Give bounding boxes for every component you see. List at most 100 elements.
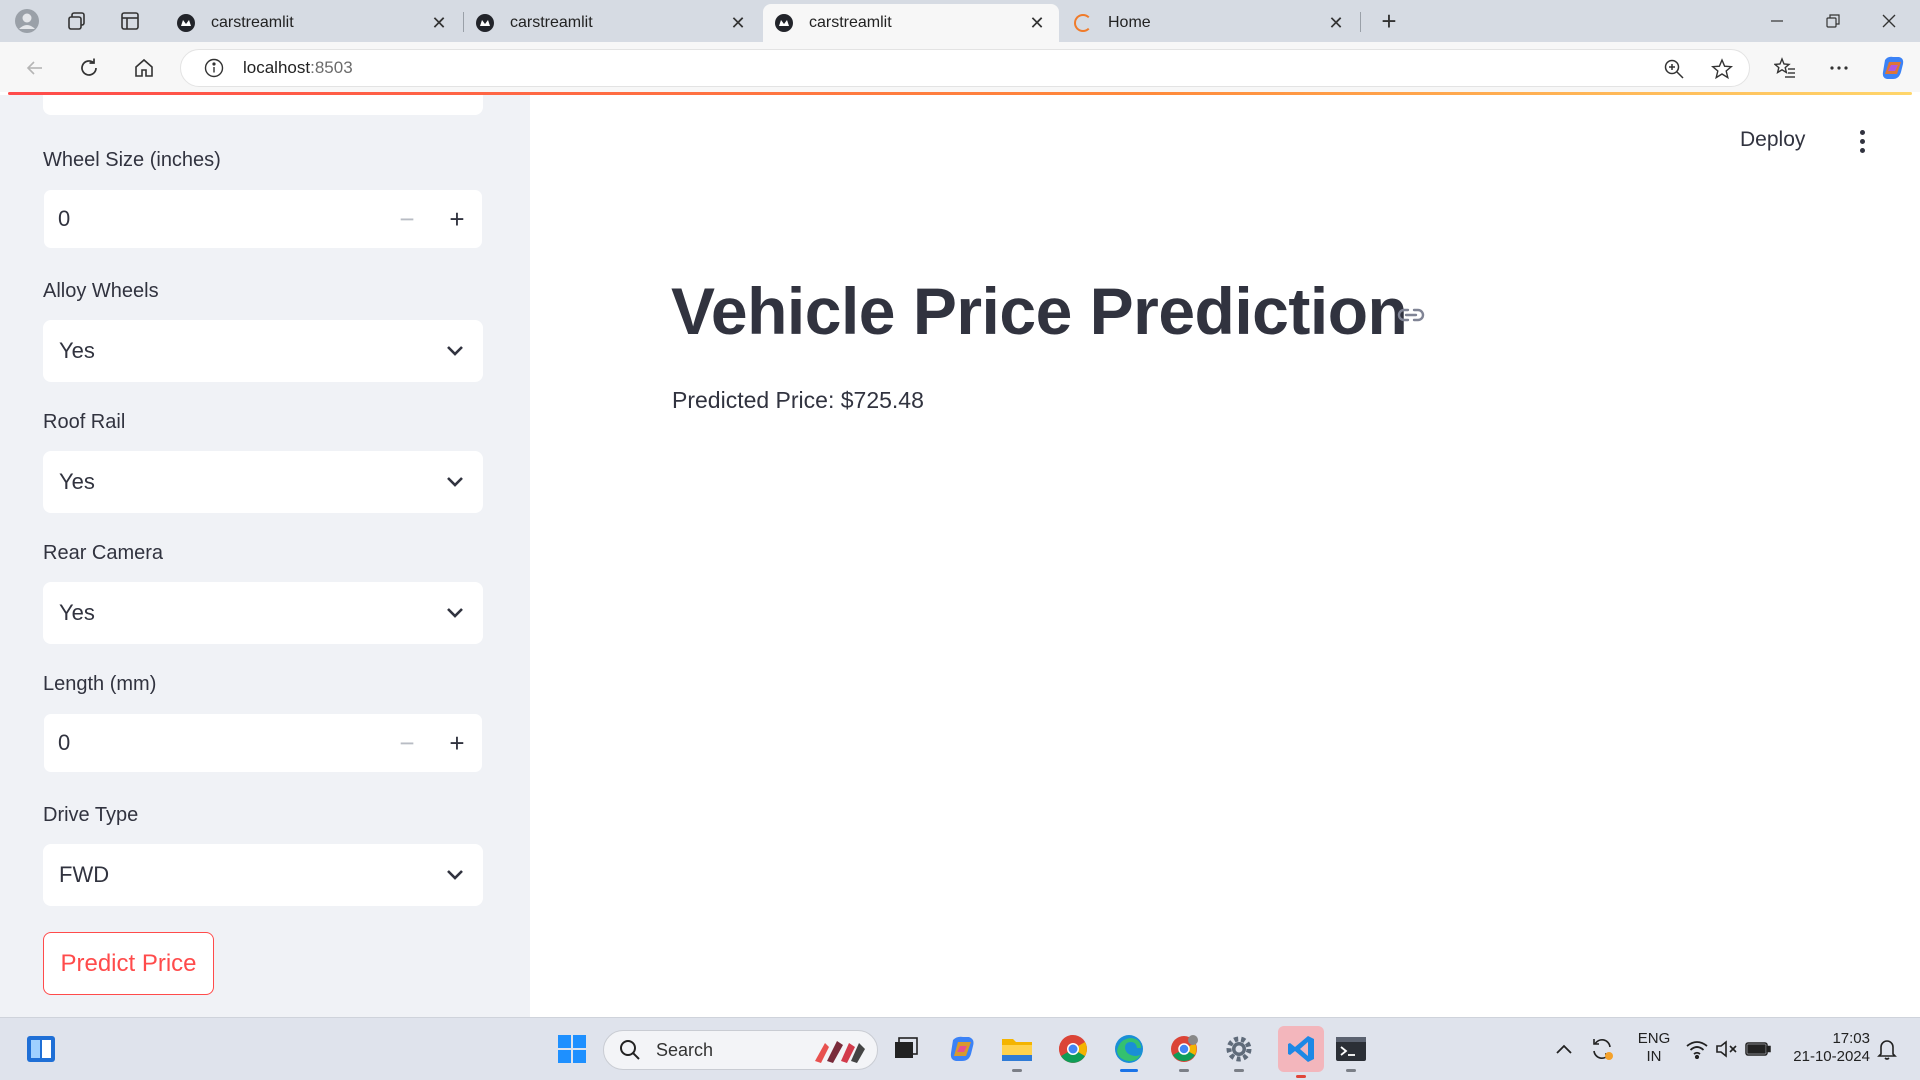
site-info-icon[interactable]: [203, 57, 225, 79]
roof-rail-label: Roof Rail: [43, 411, 126, 433]
task-view-icon[interactable]: [889, 1032, 923, 1066]
active-indicator: [1120, 1069, 1138, 1072]
url-text: localhost:8503: [243, 58, 353, 78]
page-title: Vehicle Price Prediction: [671, 274, 1408, 348]
wheel-size-value[interactable]: 0: [44, 206, 382, 232]
length-decrement-button[interactable]: −: [382, 713, 432, 773]
home-icon[interactable]: [127, 51, 161, 85]
chevron-down-icon: [427, 582, 483, 644]
drive-type-select[interactable]: FWD: [43, 844, 483, 906]
more-options-icon[interactable]: [1822, 51, 1856, 85]
clock[interactable]: 17:03 21-10-2024: [1780, 1030, 1870, 1066]
favorites-list-icon[interactable]: [1768, 51, 1802, 85]
wheel-size-decrement-button[interactable]: −: [382, 189, 432, 249]
minimize-icon[interactable]: [1752, 6, 1802, 36]
browser-toolbar: localhost:8503: [0, 42, 1920, 92]
language-indicator[interactable]: ENG IN: [1634, 1030, 1674, 1066]
vscode-icon[interactable]: [1278, 1026, 1324, 1078]
roof-rail-select[interactable]: Yes: [43, 451, 483, 513]
rear-camera-select[interactable]: Yes: [43, 582, 483, 644]
tab-actions-icon[interactable]: [115, 6, 145, 36]
terminal-icon[interactable]: [1334, 1032, 1368, 1072]
browser-tab[interactable]: carstreamlit ✕: [464, 4, 760, 42]
alloy-wheels-label: Alloy Wheels: [43, 280, 159, 302]
close-window-icon[interactable]: [1864, 6, 1914, 36]
length-increment-button[interactable]: +: [432, 713, 482, 773]
wheel-size-label: Wheel Size (inches): [43, 149, 221, 171]
browser-tab[interactable]: Home ✕: [1062, 4, 1358, 42]
copilot-taskbar-icon[interactable]: [945, 1032, 979, 1066]
widgets-icon[interactable]: [24, 1032, 58, 1066]
running-indicator: [1179, 1069, 1189, 1072]
wheel-size-increment-button[interactable]: +: [432, 189, 482, 249]
predict-price-button[interactable]: Predict Price: [43, 932, 214, 995]
roof-rail-value: Yes: [59, 469, 95, 494]
windows-start-icon[interactable]: [555, 1032, 589, 1066]
anchor-link-icon[interactable]: [1396, 305, 1426, 325]
running-indicator: [1234, 1069, 1244, 1072]
wheel-size-input[interactable]: 0 − +: [43, 189, 483, 249]
url-port: :8503: [310, 58, 353, 77]
chrome-profile-icon[interactable]: [1167, 1032, 1201, 1072]
tab-divider: [1360, 12, 1361, 32]
battery-icon[interactable]: [1741, 1032, 1775, 1066]
close-tab-icon[interactable]: ✕: [1326, 13, 1346, 34]
close-tab-icon[interactable]: ✕: [429, 13, 449, 34]
deploy-button[interactable]: Deploy: [1740, 128, 1805, 152]
main-menu-icon[interactable]: [1850, 126, 1874, 156]
browser-tab-strip: carstreamlit ✕ carstreamlit ✕ carstreaml…: [0, 0, 1920, 42]
browser-tab-active[interactable]: carstreamlit ✕: [763, 4, 1059, 42]
edge-icon[interactable]: [1112, 1032, 1146, 1072]
volume-muted-icon[interactable]: [1710, 1032, 1744, 1066]
back-arrow-icon[interactable]: [18, 51, 52, 85]
zoom-icon[interactable]: [1663, 58, 1685, 80]
predicted-price-text: Predicted Price: $725.48: [672, 387, 924, 413]
partially-visible-input[interactable]: [43, 95, 483, 115]
chrome-icon[interactable]: [1056, 1032, 1090, 1066]
length-label: Length (mm): [43, 673, 157, 695]
chevron-down-icon: [427, 844, 483, 906]
wifi-icon[interactable]: [1680, 1032, 1714, 1066]
main-content: Deploy Vehicle Price Prediction Predicte…: [530, 95, 1920, 1017]
drive-type-value: FWD: [59, 862, 110, 887]
new-tab-button[interactable]: +: [1374, 6, 1404, 36]
taskbar-search-box[interactable]: Search: [603, 1030, 878, 1070]
favorite-star-icon[interactable]: [1710, 58, 1734, 80]
workspaces-icon[interactable]: [62, 6, 92, 36]
clock-date: 21-10-2024: [1793, 1048, 1870, 1065]
streamlit-favicon-icon: [476, 14, 494, 32]
tab-title: carstreamlit: [211, 14, 294, 31]
chevron-down-icon: [427, 451, 483, 513]
refresh-icon[interactable]: [72, 51, 106, 85]
sync-icon[interactable]: [1585, 1032, 1619, 1066]
alloy-wheels-select[interactable]: Yes: [43, 320, 483, 382]
alloy-wheels-value: Yes: [59, 338, 95, 363]
address-bar[interactable]: localhost:8503: [180, 49, 1750, 87]
close-tab-icon[interactable]: ✕: [1027, 13, 1047, 34]
settings-gear-icon[interactable]: [1222, 1032, 1256, 1072]
copilot-icon[interactable]: [1876, 51, 1910, 85]
search-label: Search: [656, 1039, 714, 1060]
running-indicator: [1346, 1069, 1356, 1072]
chevron-up-icon[interactable]: [1547, 1032, 1581, 1066]
rear-camera-value: Yes: [59, 600, 95, 625]
running-indicator: [1296, 1075, 1306, 1078]
tab-title: carstreamlit: [510, 14, 593, 31]
tab-title: carstreamlit: [809, 14, 892, 31]
close-tab-icon[interactable]: ✕: [728, 13, 748, 34]
search-highlight-icon: [811, 1037, 867, 1065]
file-explorer-icon[interactable]: [1000, 1032, 1034, 1072]
browser-tab[interactable]: carstreamlit ✕: [165, 4, 461, 42]
chevron-down-icon: [427, 320, 483, 382]
running-indicator: [1012, 1069, 1022, 1072]
restore-icon[interactable]: [1808, 6, 1858, 36]
tab-title: Home: [1108, 14, 1151, 31]
profile-icon[interactable]: [12, 6, 42, 36]
length-value[interactable]: 0: [44, 730, 382, 756]
notification-bell-icon[interactable]: [1870, 1032, 1904, 1066]
search-icon: [618, 1038, 642, 1062]
language-code: ENG: [1637, 1030, 1671, 1047]
rear-camera-label: Rear Camera: [43, 542, 164, 564]
length-input[interactable]: 0 − +: [43, 713, 483, 773]
streamlit-favicon-icon: [775, 14, 793, 32]
